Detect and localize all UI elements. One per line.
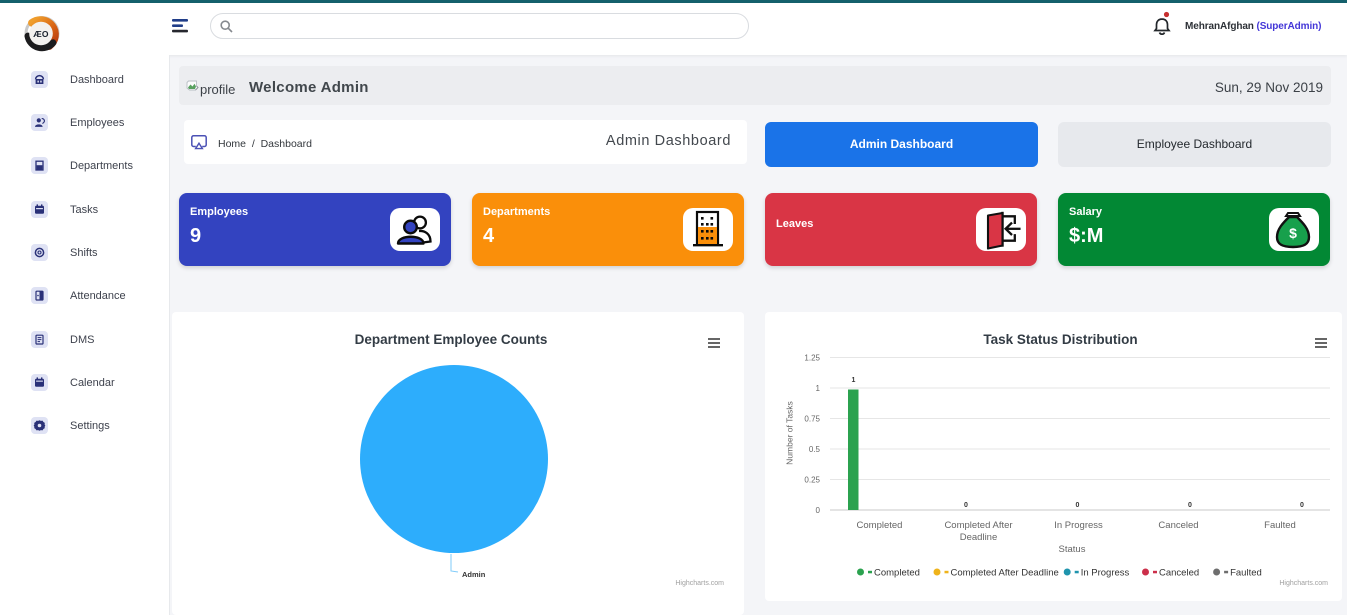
svg-text:0.25: 0.25 <box>804 476 820 485</box>
svg-text:Completed After: Completed After <box>944 520 1012 531</box>
svg-text:Admin: Admin <box>462 570 486 579</box>
svg-text:0: 0 <box>1188 502 1192 509</box>
svg-text:Status: Status <box>1059 544 1086 555</box>
svg-text:$: $ <box>1289 225 1297 241</box>
svg-text:0: 0 <box>1076 502 1080 509</box>
svg-text:Faulted: Faulted <box>1230 568 1262 579</box>
svg-text:0: 0 <box>964 502 968 509</box>
svg-text:Canceled: Canceled <box>1159 568 1199 579</box>
svg-text:1.25: 1.25 <box>804 354 820 363</box>
svg-text:0: 0 <box>1300 502 1304 509</box>
svg-text:Faulted: Faulted <box>1264 520 1296 531</box>
svg-text:0: 0 <box>816 506 821 515</box>
svg-text:In Progress: In Progress <box>1081 568 1130 579</box>
svg-text:Canceled: Canceled <box>1158 520 1198 531</box>
svg-text:0.5: 0.5 <box>809 445 821 454</box>
svg-text:Completed: Completed <box>857 520 903 531</box>
svg-text:ÆO: ÆO <box>33 29 49 39</box>
svg-text:Deadline: Deadline <box>960 532 998 543</box>
svg-text:0.75: 0.75 <box>804 415 820 424</box>
svg-text:Completed: Completed <box>874 568 920 579</box>
svg-text:1: 1 <box>816 384 821 393</box>
svg-text:In Progress: In Progress <box>1054 520 1103 531</box>
svg-text:Number of Tasks: Number of Tasks <box>785 401 795 465</box>
svg-text:1: 1 <box>852 377 856 384</box>
svg-text:Completed After Deadline: Completed After Deadline <box>951 568 1059 579</box>
